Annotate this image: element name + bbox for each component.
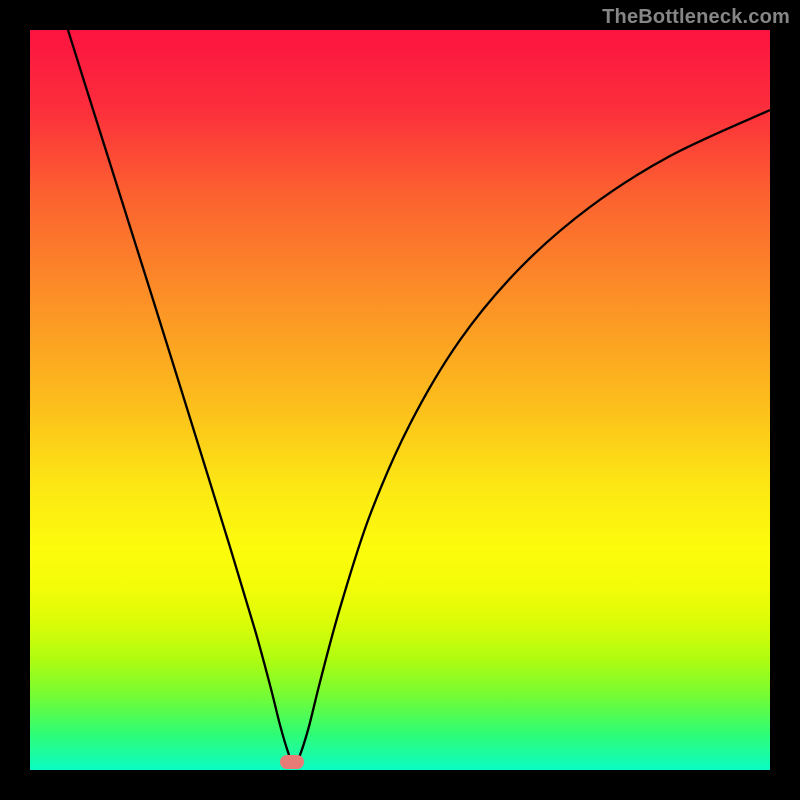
chart-curve xyxy=(30,30,770,770)
curve-path xyxy=(68,30,770,765)
chart-minimum-marker xyxy=(280,755,304,769)
chart-plot-area xyxy=(30,30,770,770)
chart-stage: TheBottleneck.com xyxy=(0,0,800,800)
watermark-text: TheBottleneck.com xyxy=(602,6,790,29)
